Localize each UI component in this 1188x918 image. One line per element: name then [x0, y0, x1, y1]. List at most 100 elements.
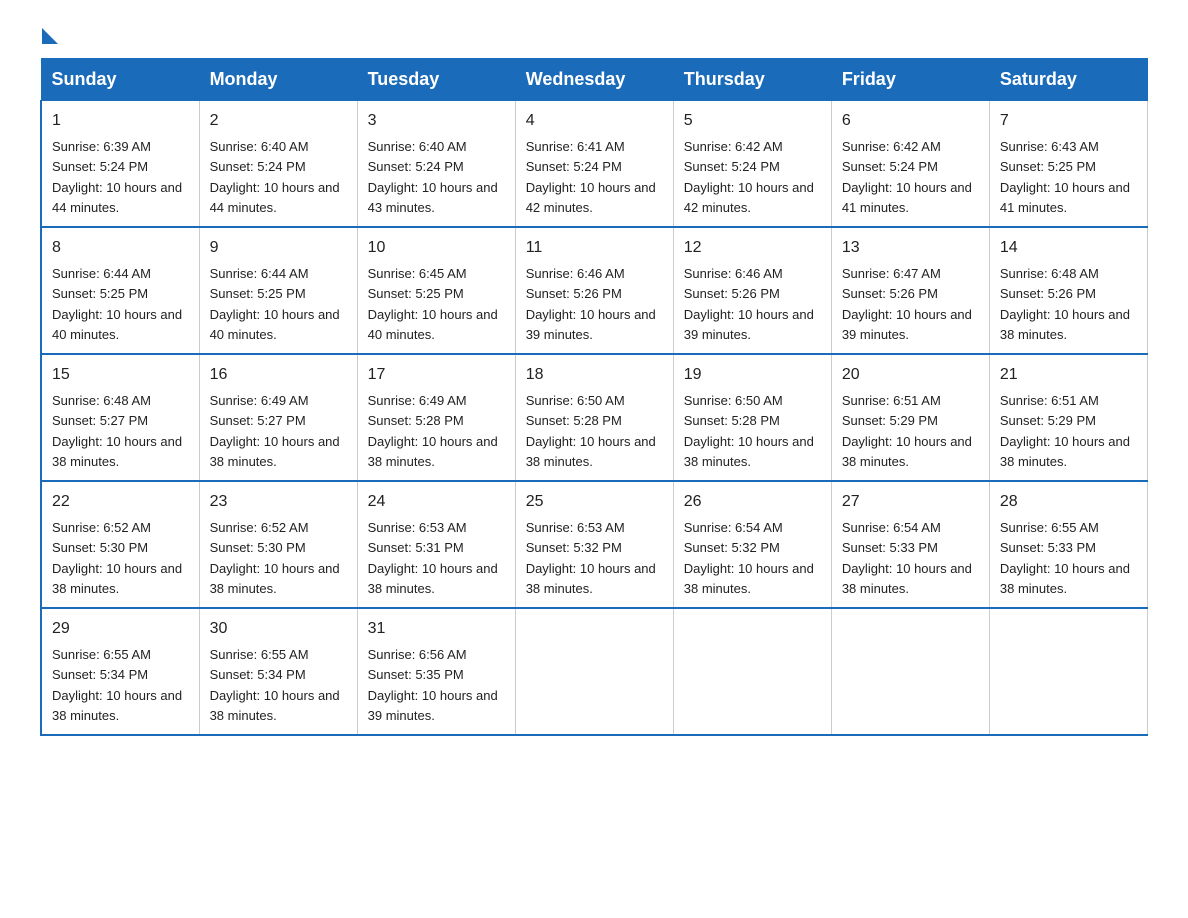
day-sunrise: Sunrise: 6:43 AM	[1000, 139, 1099, 154]
day-of-week-header: Monday	[199, 59, 357, 101]
calendar-week-row: 1Sunrise: 6:39 AMSunset: 5:24 PMDaylight…	[41, 101, 1148, 228]
day-sunset: Sunset: 5:30 PM	[210, 540, 306, 555]
day-sunset: Sunset: 5:28 PM	[684, 413, 780, 428]
day-sunset: Sunset: 5:25 PM	[1000, 159, 1096, 174]
day-number: 25	[526, 490, 663, 514]
day-number: 19	[684, 363, 821, 387]
day-sunset: Sunset: 5:24 PM	[684, 159, 780, 174]
day-sunrise: Sunrise: 6:50 AM	[526, 393, 625, 408]
day-number: 14	[1000, 236, 1137, 260]
day-sunset: Sunset: 5:29 PM	[842, 413, 938, 428]
day-number: 16	[210, 363, 347, 387]
day-number: 2	[210, 109, 347, 133]
day-sunset: Sunset: 5:27 PM	[52, 413, 148, 428]
day-daylight: Daylight: 10 hours and 41 minutes.	[842, 180, 972, 215]
calendar-day-cell: 11Sunrise: 6:46 AMSunset: 5:26 PMDayligh…	[515, 227, 673, 354]
day-daylight: Daylight: 10 hours and 40 minutes.	[368, 307, 498, 342]
calendar-day-cell: 31Sunrise: 6:56 AMSunset: 5:35 PMDayligh…	[357, 608, 515, 735]
day-number: 10	[368, 236, 505, 260]
day-number: 30	[210, 617, 347, 641]
calendar-week-row: 22 Sunrise: 6:52 AM Sunset: 5:30 PM Dayligh…	[41, 481, 1148, 608]
day-daylight: Daylight: 10 hours and 38 minutes.	[368, 434, 498, 469]
day-number: 1	[52, 109, 189, 133]
calendar-day-cell: 27Sunrise: 6:54 AMSunset: 5:33 PMDayligh…	[831, 481, 989, 608]
calendar-day-cell: 5Sunrise: 6:42 AMSunset: 5:24 PMDaylight…	[673, 101, 831, 228]
day-number: 31	[368, 617, 505, 641]
calendar-day-cell: 25 Sunrise: 6:53 AM Sunset: 5:32 PM Dayligh…	[515, 481, 673, 608]
day-sunrise: Sunrise: 6:51 AM	[1000, 393, 1099, 408]
calendar-day-cell: 19Sunrise: 6:50 AMSunset: 5:28 PMDayligh…	[673, 354, 831, 481]
calendar-header-row: SundayMondayTuesdayWednesdayThursdayFrid…	[41, 59, 1148, 101]
day-sunset: Sunset: 5:24 PM	[842, 159, 938, 174]
calendar-day-cell: 22Sunrise: 6:52 AMSunset: 5:30 PMDayligh…	[41, 481, 199, 608]
day-number: 6	[842, 109, 979, 133]
day-number: 4	[526, 109, 663, 133]
calendar-day-cell: 7Sunrise: 6:43 AMSunset: 5:25 PMDaylight…	[989, 101, 1147, 228]
day-number: 22	[52, 490, 189, 514]
day-sunset: Sunset: 5:25 PM	[210, 286, 306, 301]
day-sunrise: Sunrise: 6:52 AM	[52, 520, 151, 535]
day-sunrise: Sunrise: 6:51 AM	[842, 393, 941, 408]
day-sunset: Sunset: 5:24 PM	[526, 159, 622, 174]
day-number: 11	[526, 236, 663, 260]
day-sunset: Sunset: 5:32 PM	[526, 540, 622, 555]
calendar-day-cell: 8Sunrise: 6:44 AMSunset: 5:25 PMDaylight…	[41, 227, 199, 354]
day-sunrise: Sunrise: 6:49 AM	[368, 393, 467, 408]
calendar-day-cell: 17Sunrise: 6:49 AMSunset: 5:28 PMDayligh…	[357, 354, 515, 481]
day-sunrise: Sunrise: 6:55 AM	[1000, 520, 1099, 535]
day-sunset: Sunset: 5:24 PM	[210, 159, 306, 174]
day-daylight: Daylight: 10 hours and 38 minutes.	[52, 688, 182, 723]
day-sunrise: Sunrise: 6:53 AM	[526, 520, 625, 535]
page-header	[40, 30, 1148, 42]
calendar-day-cell: 20Sunrise: 6:51 AMSunset: 5:29 PMDayligh…	[831, 354, 989, 481]
day-daylight: Daylight: 10 hours and 39 minutes.	[684, 307, 814, 342]
day-number: 28	[1000, 490, 1137, 514]
calendar-week-row: 29Sunrise: 6:55 AMSunset: 5:34 PMDayligh…	[41, 608, 1148, 735]
day-daylight: Daylight: 10 hours and 38 minutes.	[1000, 307, 1130, 342]
calendar-day-cell: 6 Sunrise: 6:42 AM Sunset: 5:24 PM Daylight…	[831, 101, 989, 228]
day-daylight: Daylight: 10 hours and 40 minutes.	[52, 307, 182, 342]
calendar-day-cell: 1Sunrise: 6:39 AMSunset: 5:24 PMDaylight…	[41, 101, 199, 228]
calendar-day-cell	[673, 608, 831, 735]
day-number: 12	[684, 236, 821, 260]
calendar-day-cell: 24Sunrise: 6:53 AMSunset: 5:31 PMDayligh…	[357, 481, 515, 608]
day-sunrise: Sunrise: 6:49 AM	[210, 393, 309, 408]
day-number: 13	[842, 236, 979, 260]
day-sunrise: Sunrise: 6:54 AM	[842, 520, 941, 535]
day-of-week-header: Friday	[831, 59, 989, 101]
day-of-week-header: Thursday	[673, 59, 831, 101]
day-sunset: Sunset: 5:26 PM	[842, 286, 938, 301]
day-sunset: Sunset: 5:28 PM	[526, 413, 622, 428]
day-sunrise: Sunrise: 6:46 AM	[684, 266, 783, 281]
day-sunset: Sunset: 5:25 PM	[368, 286, 464, 301]
calendar-table: SundayMondayTuesdayWednesdayThursdayFrid…	[40, 58, 1148, 736]
day-sunset: Sunset: 5:27 PM	[210, 413, 306, 428]
logo-arrow-icon	[42, 28, 58, 44]
day-sunset: Sunset: 5:32 PM	[684, 540, 780, 555]
calendar-day-cell	[831, 608, 989, 735]
day-sunrise: Sunrise: 6:40 AM	[210, 139, 309, 154]
day-of-week-header: Tuesday	[357, 59, 515, 101]
day-daylight: Daylight: 10 hours and 38 minutes.	[842, 434, 972, 469]
day-daylight: Daylight: 10 hours and 38 minutes.	[684, 434, 814, 469]
calendar-day-cell: 13Sunrise: 6:47 AMSunset: 5:26 PMDayligh…	[831, 227, 989, 354]
day-sunset: Sunset: 5:29 PM	[1000, 413, 1096, 428]
day-sunset: Sunset: 5:34 PM	[52, 667, 148, 682]
day-number: 17	[368, 363, 505, 387]
day-daylight: Daylight: 10 hours and 38 minutes.	[526, 561, 656, 596]
day-number: 18	[526, 363, 663, 387]
day-of-week-header: Wednesday	[515, 59, 673, 101]
day-number: 15	[52, 363, 189, 387]
day-sunrise: Sunrise: 6:54 AM	[684, 520, 783, 535]
calendar-day-cell: 10Sunrise: 6:45 AMSunset: 5:25 PMDayligh…	[357, 227, 515, 354]
calendar-day-cell: 15Sunrise: 6:48 AMSunset: 5:27 PMDayligh…	[41, 354, 199, 481]
calendar-day-cell	[989, 608, 1147, 735]
calendar-day-cell: 12Sunrise: 6:46 AMSunset: 5:26 PMDayligh…	[673, 227, 831, 354]
calendar-day-cell: 26Sunrise: 6:54 AMSunset: 5:32 PMDayligh…	[673, 481, 831, 608]
calendar-day-cell: 16Sunrise: 6:49 AMSunset: 5:27 PMDayligh…	[199, 354, 357, 481]
day-sunrise: Sunrise: 6:56 AM	[368, 647, 467, 662]
day-sunset: Sunset: 5:24 PM	[52, 159, 148, 174]
calendar-day-cell	[515, 608, 673, 735]
calendar-day-cell: 30Sunrise: 6:55 AMSunset: 5:34 PMDayligh…	[199, 608, 357, 735]
day-sunrise: Sunrise: 6:42 AM	[842, 139, 941, 154]
